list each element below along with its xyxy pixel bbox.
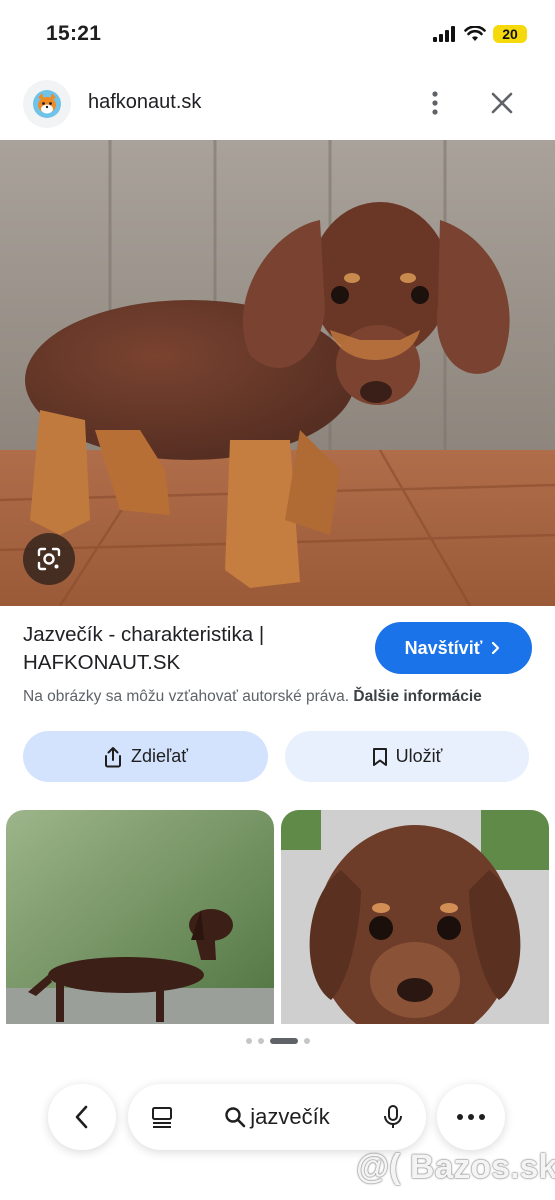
carousel-indicator — [0, 1038, 555, 1044]
lens-icon — [37, 547, 61, 571]
status-time: 15:21 — [46, 22, 102, 45]
carousel-dot — [257, 1038, 264, 1044]
visit-label: Navštíviť — [404, 637, 483, 658]
carousel-dot — [245, 1038, 252, 1044]
carousel-dot-active — [269, 1038, 298, 1044]
save-label: Uložiť — [395, 746, 443, 766]
result-title[interactable]: Jazvečík - charakteristika | HAFKONAUT.S… — [23, 621, 363, 677]
standing-dachshund-photo — [6, 810, 274, 1024]
copyright-text: Na obrázky sa môžu vzťahovať autorské pr… — [23, 688, 350, 705]
save-button[interactable]: Uložiť — [285, 731, 529, 782]
status-bar: 15:21 20 — [0, 0, 555, 70]
battery-indicator: 20 — [493, 25, 527, 43]
bottom-toolbar: jazvečík — [0, 1084, 555, 1150]
microphone-icon[interactable] — [382, 1104, 404, 1130]
more-vert-icon[interactable] — [420, 88, 450, 118]
close-icon[interactable] — [487, 88, 517, 118]
bazos-watermark: @( Bazos.sk — [356, 1148, 555, 1186]
wifi-icon — [464, 26, 486, 41]
site-domain[interactable]: hafkonaut.sk — [88, 91, 201, 114]
search-query: jazvečík — [250, 1104, 330, 1129]
related-image-1[interactable] — [6, 810, 274, 1024]
more-horiz-icon — [457, 1114, 485, 1120]
more-info-link[interactable]: Ďalšie informácie — [353, 688, 481, 705]
share-icon — [104, 746, 121, 767]
lens-search-button[interactable] — [23, 533, 75, 585]
share-label: Zdieľať — [130, 746, 189, 766]
bookmark-icon — [372, 747, 387, 766]
result-title-line2: HAFKONAUT.SK — [23, 651, 181, 674]
search-query-field[interactable]: jazvečík — [224, 1104, 330, 1130]
visit-button[interactable]: Navštíviť — [375, 622, 532, 674]
main-image[interactable] — [0, 140, 555, 606]
status-icons: 20 — [433, 25, 527, 43]
copyright-notice: Na obrázky sa môžu vzťahovať autorské pr… — [23, 688, 482, 706]
more-options-button[interactable] — [437, 1084, 505, 1150]
tabs-icon[interactable] — [150, 1105, 174, 1129]
search-icon — [225, 1107, 246, 1128]
fox-logo-icon — [23, 80, 71, 128]
chevron-left-icon — [75, 1105, 88, 1129]
share-button[interactable]: Zdieľať — [23, 731, 268, 782]
signal-icon — [433, 26, 455, 42]
search-pill: jazvečík — [128, 1084, 426, 1150]
dachshund-photo — [0, 140, 555, 606]
back-button[interactable] — [48, 1084, 116, 1150]
site-header: hafkonaut.sk — [0, 78, 555, 130]
carousel-dot — [303, 1038, 310, 1044]
puppy-closeup-photo — [281, 810, 549, 1024]
result-title-line1: Jazvečík - charakteristika | — [23, 623, 265, 646]
related-image-2[interactable] — [281, 810, 549, 1024]
chevron-right-icon — [492, 641, 500, 655]
